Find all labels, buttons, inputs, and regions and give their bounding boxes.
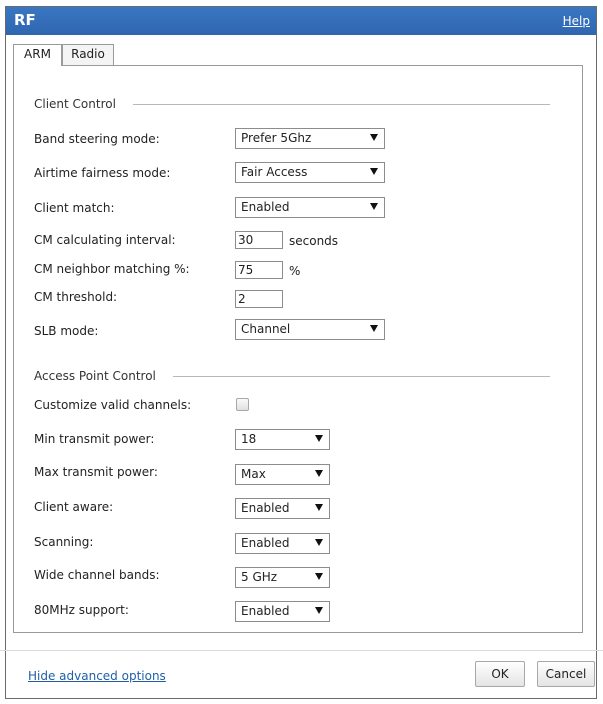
cm-threshold-label: CM threshold: bbox=[34, 290, 118, 304]
ap-control-heading: Access Point Control bbox=[34, 369, 156, 383]
band-steering-label: Band steering mode: bbox=[34, 132, 160, 146]
client-aware-value: Enabled bbox=[241, 501, 290, 515]
cm-neighbor-unit: % bbox=[289, 264, 301, 278]
tab-arm[interactable]: ARM bbox=[13, 44, 62, 66]
chevron-down-icon bbox=[315, 435, 323, 442]
airtime-fairness-select[interactable]: Fair Access bbox=[235, 162, 385, 183]
min-power-value: 18 bbox=[241, 432, 257, 446]
max-power-label: Max transmit power: bbox=[34, 465, 158, 479]
client-match-select[interactable]: Enabled bbox=[235, 197, 385, 218]
title-bar: RF Help bbox=[6, 7, 596, 35]
cm-threshold-input[interactable]: 2 bbox=[235, 290, 283, 308]
footer-divider bbox=[0, 650, 603, 651]
support-80mhz-value: Enabled bbox=[241, 604, 290, 618]
band-steering-select[interactable]: Prefer 5Ghz bbox=[235, 128, 385, 149]
cm-interval-label: CM calculating interval: bbox=[34, 233, 176, 247]
slb-mode-value: Channel bbox=[241, 322, 291, 336]
client-match-label: Client match: bbox=[34, 201, 115, 215]
cancel-button[interactable]: Cancel bbox=[537, 661, 595, 687]
chevron-down-icon bbox=[315, 470, 323, 477]
customize-channels-checkbox[interactable] bbox=[236, 398, 249, 411]
cm-neighbor-input[interactable]: 75 bbox=[235, 261, 283, 279]
support-80mhz-label: 80MHz support: bbox=[34, 603, 129, 617]
chevron-down-icon bbox=[315, 573, 323, 580]
slb-mode-select[interactable]: Channel bbox=[235, 319, 385, 340]
chevron-down-icon bbox=[370, 168, 378, 175]
chevron-down-icon bbox=[370, 134, 378, 141]
band-steering-value: Prefer 5Ghz bbox=[241, 131, 312, 145]
airtime-fairness-value: Fair Access bbox=[241, 165, 308, 179]
client-match-value: Enabled bbox=[241, 200, 290, 214]
support-80mhz-select[interactable]: Enabled bbox=[235, 601, 330, 622]
max-power-value: Max bbox=[241, 467, 266, 481]
help-link[interactable]: Help bbox=[563, 14, 590, 28]
scanning-label: Scanning: bbox=[34, 535, 94, 549]
cm-interval-unit: seconds bbox=[289, 234, 339, 248]
slb-mode-label: SLB mode: bbox=[34, 324, 99, 338]
wide-bands-select[interactable]: 5 GHz bbox=[235, 567, 330, 588]
wide-bands-label: Wide channel bands: bbox=[34, 568, 160, 582]
max-power-select[interactable]: Max bbox=[235, 464, 330, 485]
chevron-down-icon bbox=[370, 203, 378, 210]
dialog-title: RF bbox=[14, 11, 36, 29]
customize-channels-label: Customize valid channels: bbox=[34, 398, 192, 412]
cm-interval-input[interactable]: 30 bbox=[235, 231, 283, 249]
cm-neighbor-label: CM neighbor matching %: bbox=[34, 262, 190, 276]
chevron-down-icon bbox=[315, 504, 323, 511]
client-control-heading: Client Control bbox=[34, 97, 116, 111]
wide-bands-value: 5 GHz bbox=[241, 570, 278, 584]
airtime-fairness-label: Airtime fairness mode: bbox=[34, 166, 171, 180]
ok-button[interactable]: OK bbox=[475, 661, 525, 687]
chevron-down-icon bbox=[315, 607, 323, 614]
tab-radio[interactable]: Radio bbox=[62, 44, 114, 65]
client-aware-label: Client aware: bbox=[34, 500, 114, 514]
scanning-select[interactable]: Enabled bbox=[235, 533, 330, 554]
ap-control-divider bbox=[173, 376, 550, 377]
hide-advanced-options-link[interactable]: Hide advanced options bbox=[28, 669, 166, 683]
min-power-label: Min transmit power: bbox=[34, 432, 155, 446]
scanning-value: Enabled bbox=[241, 536, 290, 550]
client-aware-select[interactable]: Enabled bbox=[235, 498, 330, 519]
min-power-select[interactable]: 18 bbox=[235, 429, 330, 450]
chevron-down-icon bbox=[370, 325, 378, 332]
chevron-down-icon bbox=[315, 539, 323, 546]
client-control-divider bbox=[133, 104, 550, 105]
